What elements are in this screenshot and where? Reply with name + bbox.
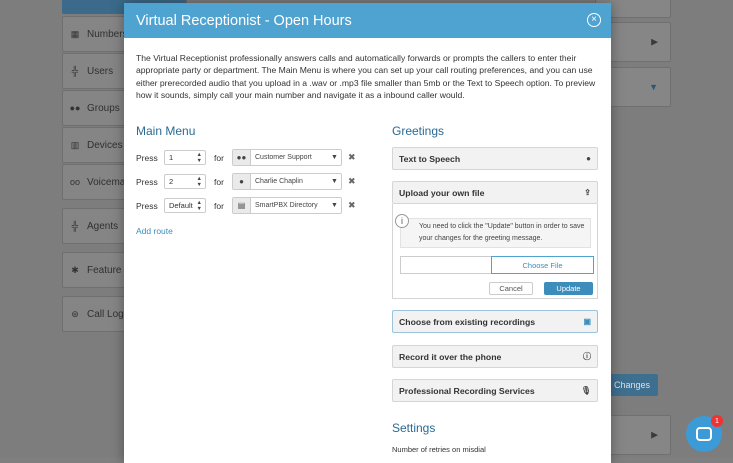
main-menu-heading: Main Menu (136, 124, 196, 138)
spinner-icon: ▲ ▼ (196, 200, 202, 212)
professional-recording-option[interactable]: Professional Recording Services 🎙 (392, 379, 598, 402)
route-row: Press 1 ▲ ▼ for ●● Customer Support ▼ ✖ (136, 149, 356, 166)
close-icon[interactable]: × (587, 13, 601, 27)
caret-down-icon: ▼ (331, 178, 338, 185)
speech-bubble-icon: ● (586, 154, 591, 163)
chevron-down-icon: ▼ (649, 82, 658, 92)
info-icon: i (395, 214, 409, 228)
upload-icon: ⇪ (584, 188, 591, 197)
greetings-heading: Greetings (392, 124, 445, 138)
upload-note: You need to click the "Update" button in… (400, 218, 591, 248)
user-icon: ● (233, 174, 251, 189)
file-input[interactable]: Choose File (400, 256, 594, 274)
route-key-select[interactable]: 1 ▲ ▼ (164, 150, 206, 165)
microphone-icon: 🎙 (580, 386, 591, 395)
route-target-select[interactable]: ●● Customer Support ▼ (232, 149, 342, 166)
upload-panel: You need to click the "Update" button in… (392, 204, 598, 299)
route-target-select[interactable]: ● Charlie Chaplin ▼ (232, 173, 342, 190)
voicemail-icon: oo (69, 177, 80, 187)
caret-down-icon: ▼ (331, 202, 338, 209)
org-icon: ╬ (71, 66, 79, 76)
file-audio-icon: ▣ (583, 317, 591, 326)
modal-header: Virtual Receptionist - Open Hours × (124, 3, 611, 38)
add-route-link[interactable]: Add route (136, 226, 173, 236)
info-icon: ⓘ (583, 352, 591, 361)
route-key-select[interactable]: 2 ▲ ▼ (164, 174, 206, 189)
save-changes-button[interactable]: Changes (606, 374, 658, 396)
route-target-select[interactable]: ▤ SmartPBX Directory ▼ (232, 197, 342, 214)
upload-file-option[interactable]: Upload your own file ⇪ (392, 181, 598, 204)
press-label: Press (136, 152, 158, 163)
spinner-icon: ▲ ▼ (196, 152, 202, 164)
book-icon: ▤ (233, 198, 251, 213)
text-to-speech-option[interactable]: Text to Speech ● (392, 147, 598, 170)
org-icon: ╬ (71, 221, 79, 231)
modal-title: Virtual Receptionist - Open Hours (136, 12, 352, 29)
file-name-field (401, 257, 491, 273)
chevron-right-icon: ▶ (651, 429, 658, 440)
press-label: Press (136, 200, 158, 211)
asterisk-icon: ✱ (71, 264, 79, 275)
route-row: Press Default ▲ ▼ for ▤ SmartPBX Directory ▼… (136, 197, 356, 214)
call-logs-icon: ⊛ (71, 308, 79, 319)
settings-heading: Settings (392, 421, 436, 435)
remove-route-icon[interactable]: ✖ (348, 176, 356, 187)
grid-icon: ▦ (70, 28, 80, 39)
for-label: for (214, 176, 224, 187)
route-row: Press 2 ▲ ▼ for ● Charlie Chaplin ▼ ✖ (136, 173, 356, 190)
choose-file-button[interactable]: Choose File (491, 256, 594, 274)
remove-route-icon[interactable]: ✖ (348, 200, 356, 211)
update-button[interactable]: Update (544, 282, 593, 295)
retries-label: Number of retries on misdial (392, 445, 486, 454)
spinner-icon: ▲ ▼ (196, 176, 202, 188)
chat-icon (696, 427, 712, 441)
existing-recordings-option[interactable]: Choose from existing recordings ▣ (392, 310, 598, 333)
for-label: for (214, 200, 224, 211)
notification-badge: 1 (711, 415, 723, 427)
devices-icon: ▥ (70, 139, 80, 150)
remove-route-icon[interactable]: ✖ (348, 152, 356, 163)
for-label: for (214, 152, 224, 163)
cancel-button[interactable]: Cancel (489, 282, 533, 295)
record-phone-option[interactable]: Record it over the phone ⓘ (392, 345, 598, 368)
caret-down-icon: ▼ (331, 154, 338, 161)
route-key-select[interactable]: Default ▲ ▼ (164, 198, 206, 213)
virtual-receptionist-modal: Virtual Receptionist - Open Hours × The … (124, 3, 611, 463)
users-icon: ●● (233, 150, 251, 165)
modal-description: The Virtual Receptionist professionally … (136, 53, 596, 100)
users-icon: ●● (69, 103, 81, 113)
press-label: Press (136, 176, 158, 187)
chevron-right-icon: ▶ (651, 36, 658, 47)
